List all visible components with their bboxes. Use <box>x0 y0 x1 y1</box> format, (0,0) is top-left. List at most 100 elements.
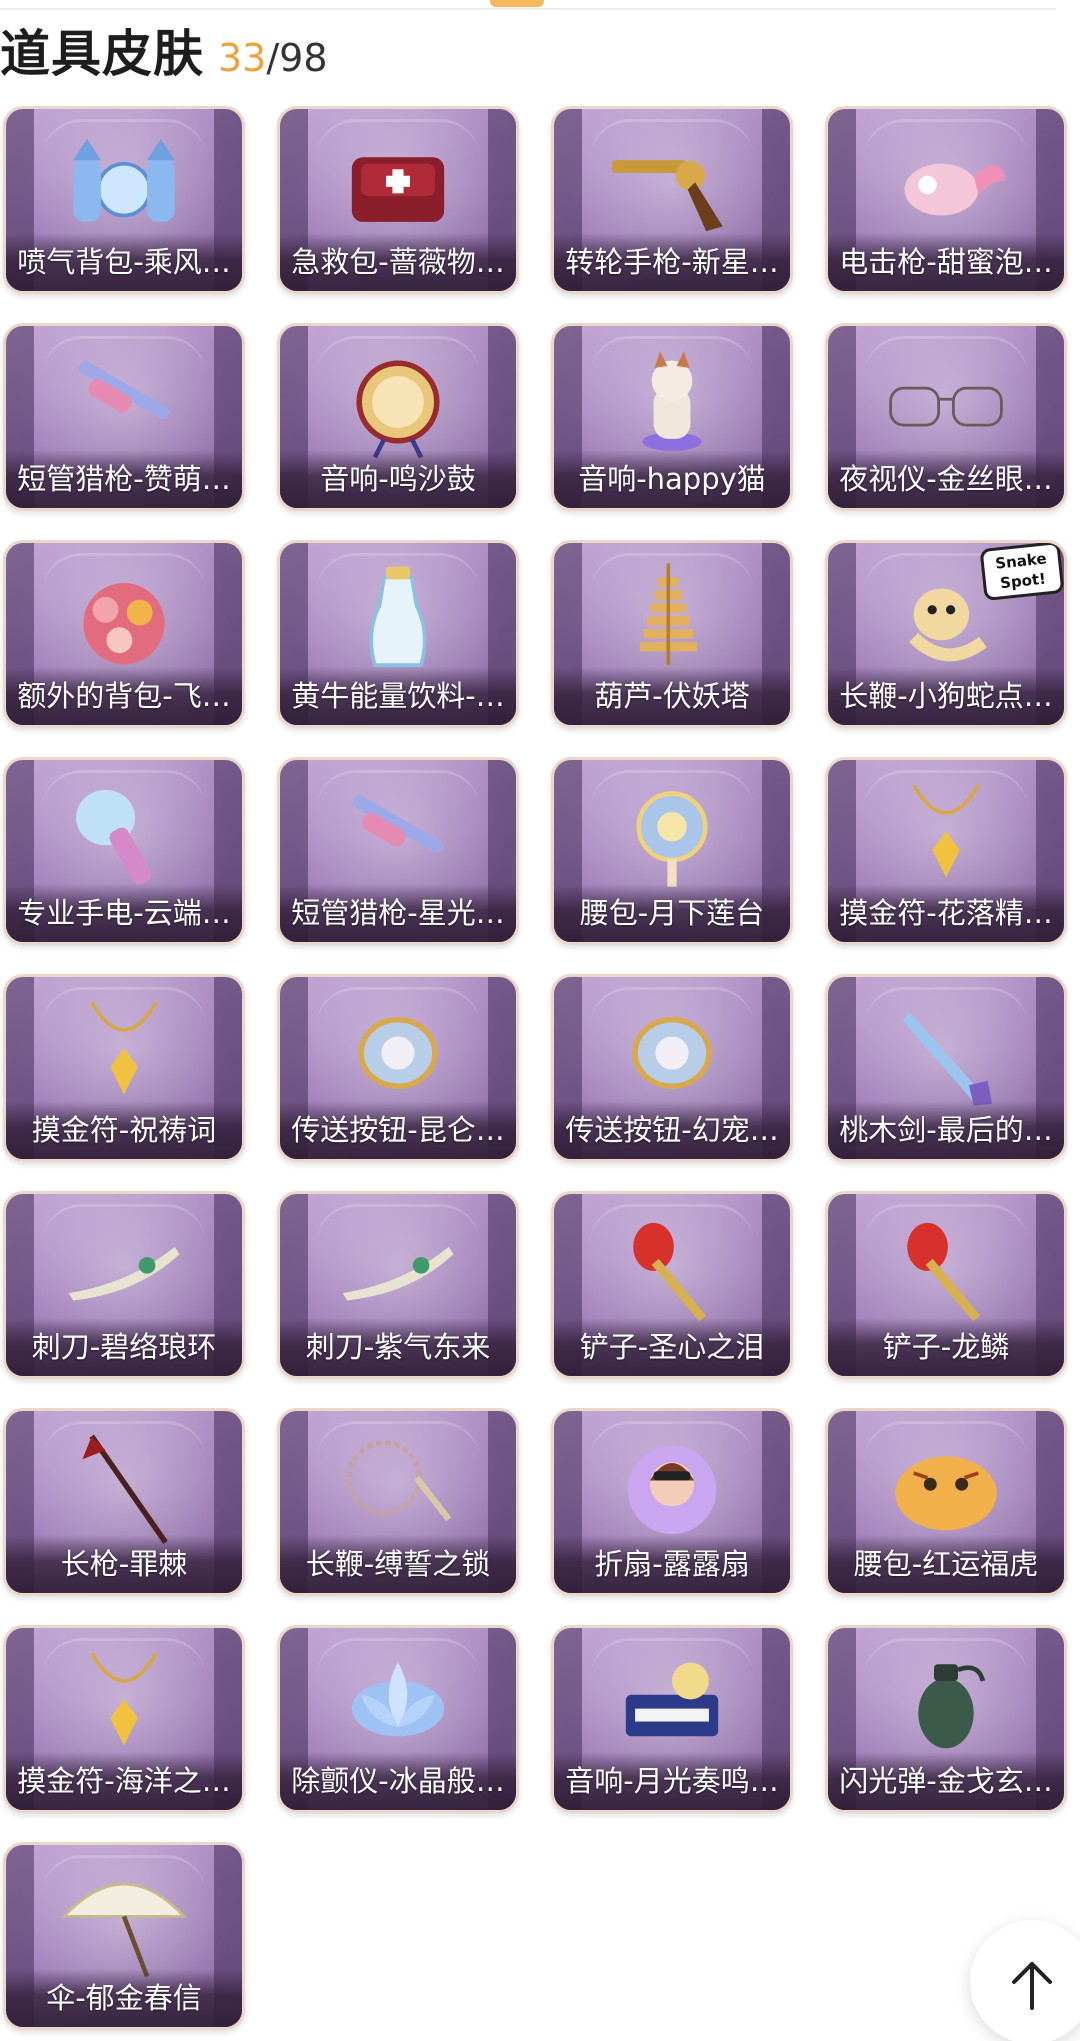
item-skin-name: 音响-鸣沙鼓 <box>320 462 476 496</box>
fan-icon <box>597 1427 747 1547</box>
item-skin-card[interactable]: 短管猎枪-星光… <box>277 757 519 945</box>
owned-count: 33 <box>218 36 267 80</box>
item-skin-name: 长鞭-小狗蛇点… <box>839 679 1053 713</box>
dagger-icon <box>323 1210 473 1330</box>
item-skin-name: 摸金符-祝祷词 <box>31 1113 217 1147</box>
item-skin-name: 葫芦-伏妖塔 <box>594 679 750 713</box>
item-skin-name: 传送按钮-昆仑… <box>291 1113 505 1147</box>
shotgun-icon <box>49 342 199 462</box>
chain-whip-icon <box>323 1427 473 1547</box>
item-skin-name: 除颤仪-冰晶般… <box>291 1764 505 1798</box>
item-skin-name: 桃木剑-最后的… <box>839 1113 1053 1147</box>
umbrella-icon <box>49 1861 199 1981</box>
shovel-icon <box>597 1210 747 1330</box>
item-skin-card[interactable]: 伞-郁金春信 <box>3 1842 245 2030</box>
item-skin-card[interactable]: 葫芦-伏妖塔 <box>551 540 793 728</box>
item-skin-card[interactable]: 闪光弹-金戈玄… <box>825 1625 1067 1813</box>
item-skin-name: 闪光弹-金戈玄… <box>839 1764 1053 1798</box>
item-skin-card[interactable]: 长鞭-缚誓之锁 <box>277 1408 519 1596</box>
item-skin-card[interactable]: 腰包-红运福虎 <box>825 1408 1067 1596</box>
item-skin-card[interactable]: 转轮手枪-新星… <box>551 106 793 294</box>
amulet-icon <box>49 1644 199 1764</box>
item-skin-name: 电击枪-甜蜜泡… <box>839 245 1053 279</box>
item-skin-card[interactable]: 急救包-蔷薇物… <box>277 106 519 294</box>
item-skin-card[interactable]: 折扇-露露扇 <box>551 1408 793 1596</box>
item-skin-card[interactable]: 摸金符-花落精… <box>825 757 1067 945</box>
lotus-pouch-icon <box>597 776 747 896</box>
item-skin-card[interactable]: 腰包-月下莲台 <box>551 757 793 945</box>
item-skin-name: 黄牛能量饮料-… <box>291 679 505 713</box>
item-skin-card[interactable]: 摸金符-祝祷词 <box>3 974 245 1162</box>
glasses-icon <box>871 342 1021 462</box>
sword-icon <box>871 993 1021 1113</box>
tiger-pouch-icon <box>871 1427 1021 1547</box>
item-skin-name: 刺刀-碧络琅环 <box>31 1330 217 1364</box>
item-skin-name: 折扇-露露扇 <box>594 1547 750 1581</box>
shovel-icon <box>871 1210 1021 1330</box>
item-skin-name: 伞-郁金春信 <box>46 1981 202 2015</box>
item-skin-name: 转轮手枪-新星… <box>565 245 779 279</box>
item-skin-card[interactable]: 夜视仪-金丝眼… <box>825 323 1067 511</box>
item-skin-name: 专业手电-云端… <box>17 896 231 930</box>
item-skin-card[interactable]: 音响-happy猫 <box>551 323 793 511</box>
item-skin-name: 音响-月光奏鸣… <box>565 1764 779 1798</box>
item-skin-card[interactable]: 摸金符-海洋之… <box>3 1625 245 1813</box>
top-divider <box>0 8 1056 10</box>
spear-icon <box>49 1427 199 1547</box>
collab-badge: Snake Spot! <box>979 543 1064 602</box>
count-separator: / <box>266 36 280 80</box>
item-skin-card[interactable]: 传送按钮-昆仑… <box>277 974 519 1162</box>
item-skin-card[interactable]: 长枪-罪棘 <box>3 1408 245 1596</box>
item-skin-card[interactable]: 传送按钮-幻宠… <box>551 974 793 1162</box>
item-skin-name: 铲子-龙鳞 <box>882 1330 1010 1364</box>
flashlight-icon <box>49 776 199 896</box>
tab-indicator <box>490 0 544 7</box>
page: 道具皮肤 33 / 98 喷气背包-乘风… 急救包-蔷薇物… 转轮手枪-新星… 电击枪… <box>0 0 1080 2041</box>
item-skin-card[interactable]: 专业手电-云端… <box>3 757 245 945</box>
section-title: 道具皮肤 <box>0 25 204 83</box>
item-skin-card[interactable]: Snake Spot! 长鞭-小狗蛇点… <box>825 540 1067 728</box>
teleport-button-icon <box>597 993 747 1113</box>
item-skin-card[interactable]: 桃木剑-最后的… <box>825 974 1067 1162</box>
item-skin-name: 传送按钮-幻宠… <box>565 1113 779 1147</box>
drum-speaker-icon <box>323 342 473 462</box>
item-skin-card[interactable]: 刺刀-紫气东来 <box>277 1191 519 1379</box>
item-skin-card[interactable]: 额外的背包-飞… <box>3 540 245 728</box>
item-skin-card[interactable]: 音响-鸣沙鼓 <box>277 323 519 511</box>
item-skin-card[interactable]: 铲子-圣心之泪 <box>551 1191 793 1379</box>
item-skin-name: 摸金符-海洋之… <box>17 1764 231 1798</box>
revolver-icon <box>597 125 747 245</box>
section-header: 道具皮肤 33 / 98 <box>0 14 328 90</box>
item-skin-card[interactable]: 黄牛能量饮料-… <box>277 540 519 728</box>
item-skin-card[interactable]: 除颤仪-冰晶般… <box>277 1625 519 1813</box>
item-skin-name: 短管猎枪-赞萌… <box>17 462 231 496</box>
arrow-up-icon <box>1012 1962 1052 2010</box>
flower-backpack-icon <box>49 559 199 679</box>
item-skin-card[interactable]: 音响-月光奏鸣… <box>551 1625 793 1813</box>
jetpack-icon <box>49 125 199 245</box>
item-skin-grid: 喷气背包-乘风… 急救包-蔷薇物… 转轮手枪-新星… 电击枪-甜蜜泡… 短管猎枪-赞萌…… <box>0 106 1080 2030</box>
item-skin-card[interactable]: 喷气背包-乘风… <box>3 106 245 294</box>
item-skin-card[interactable]: 铲子-龙鳞 <box>825 1191 1067 1379</box>
shotgun-icon <box>323 776 473 896</box>
item-skin-name: 额外的背包-飞… <box>17 679 231 713</box>
grenade-icon <box>871 1644 1021 1764</box>
item-skin-name: 夜视仪-金丝眼… <box>839 462 1053 496</box>
energy-drink-icon <box>323 559 473 679</box>
cat-speaker-icon <box>597 342 747 462</box>
amulet-icon <box>49 993 199 1113</box>
dagger-icon <box>49 1210 199 1330</box>
item-skin-card[interactable]: 刺刀-碧络琅环 <box>3 1191 245 1379</box>
item-skin-name: 急救包-蔷薇物… <box>291 245 505 279</box>
first-aid-kit-icon <box>323 125 473 245</box>
amulet-icon <box>871 776 1021 896</box>
item-skin-name: 长鞭-缚誓之锁 <box>305 1547 491 1581</box>
pagoda-icon <box>597 559 747 679</box>
piano-speaker-icon <box>597 1644 747 1764</box>
lotus-defibrillator-icon <box>323 1644 473 1764</box>
item-skin-name: 长枪-罪棘 <box>60 1547 188 1581</box>
item-skin-card[interactable]: 电击枪-甜蜜泡… <box>825 106 1067 294</box>
item-skin-name: 短管猎枪-星光… <box>291 896 505 930</box>
item-skin-card[interactable]: 短管猎枪-赞萌… <box>3 323 245 511</box>
scroll-to-top-button[interactable] <box>970 1920 1080 2041</box>
